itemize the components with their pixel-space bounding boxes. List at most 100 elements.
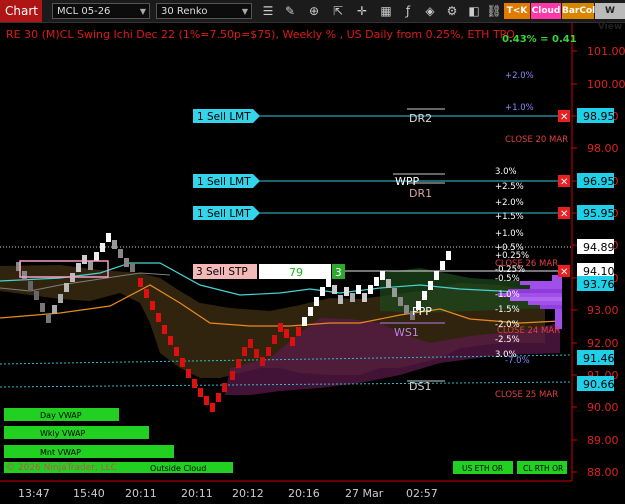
renko-brick: [210, 403, 215, 412]
pointer-icon[interactable]: ⇱: [330, 3, 346, 19]
svg-text:Outside Cloud: Outside Cloud: [150, 464, 206, 473]
chart-tab[interactable]: Chart: [0, 0, 42, 22]
properties-icon[interactable]: ⚙: [444, 3, 460, 19]
dr2-label: DR2: [409, 112, 432, 125]
zoom-icon[interactable]: ⊕: [306, 3, 322, 19]
renko-brick: [278, 323, 283, 332]
price-marker: 90.66: [577, 376, 615, 391]
indicators-icon[interactable]: ƒ: [400, 3, 416, 19]
wview-toggle[interactable]: W View: [595, 3, 625, 32]
svg-text:-2.0%: -2.0%: [495, 320, 520, 330]
svg-text:3.0%: 3.0%: [495, 167, 517, 177]
strategies-icon[interactable]: ◈: [422, 3, 438, 19]
cloud-toggle[interactable]: Cloud: [531, 3, 561, 19]
close-icon[interactable]: ✕: [560, 177, 568, 188]
renko-brick: [434, 271, 439, 280]
instrument-selector[interactable]: MCL 05-26 ▼: [52, 3, 150, 19]
svg-text:Day VWAP: Day VWAP: [40, 411, 82, 420]
renko-brick: [320, 287, 325, 296]
price-axis-label: 89.00: [587, 434, 619, 447]
legend-weekly-vwap[interactable]: Wkly VWAP: [4, 426, 149, 439]
bars-type-icon[interactable]: ☰: [260, 3, 276, 19]
price-axis[interactable]: 101.00100.0099.0098.0097.0096.0095.0094.…: [572, 45, 625, 479]
chart-toolbar: Chart MCL 05-26 ▼ 30 Renko ▼ ☰ ✎ ⊕ ⇱ ✛ ▦…: [0, 0, 625, 32]
price-marker-text: 96.95: [583, 175, 615, 188]
renko-brick: [118, 249, 123, 258]
crosshair-icon[interactable]: ✛: [354, 3, 370, 19]
legend-monthly-vwap[interactable]: Mnt VWAP: [4, 445, 174, 458]
sell-lmt-order-3[interactable]: 1 Sell LMT: [193, 206, 260, 220]
price-marker-text: 95.95: [583, 207, 615, 220]
renko-brick: [52, 305, 57, 314]
ws1-label: WS1: [394, 326, 419, 339]
sell-lmt-order-1[interactable]: 1 Sell LMT: [193, 109, 260, 123]
copyright-text: © 2026 NinjaTrader, LLC: [6, 463, 117, 473]
renko-brick: [290, 337, 295, 346]
tok-toggle[interactable]: T<K: [504, 3, 530, 19]
svg-text:-2.5%: -2.5%: [495, 335, 520, 345]
data-box-icon[interactable]: ▦: [378, 3, 394, 19]
renko-brick: [284, 329, 289, 338]
renko-brick: [76, 263, 81, 272]
renko-brick: [272, 335, 277, 344]
time-axis-label: 20:11: [125, 487, 157, 500]
svg-text:CL RTH OR: CL RTH OR: [523, 464, 563, 473]
renko-brick: [404, 305, 409, 314]
barcol-toggle[interactable]: BarCol: [562, 3, 595, 19]
price-chart[interactable]: 101.00100.0099.0098.0097.0096.0095.0094.…: [0, 23, 625, 504]
time-axis-label: 02:57: [406, 487, 438, 500]
chart-trader-icon[interactable]: ◧: [466, 3, 482, 19]
stop-qty: 3: [335, 267, 342, 279]
renko-brick: [124, 258, 129, 267]
sell-stop-order[interactable]: 3 Sell STP 79 3: [193, 264, 345, 279]
cl-rth-or-button[interactable]: CL RTH OR: [517, 461, 567, 474]
renko-brick: [58, 294, 63, 303]
svg-text:+1.5%: +1.5%: [495, 212, 524, 222]
renko-brick: [138, 278, 143, 287]
svg-text:+1.0%: +1.0%: [495, 229, 524, 239]
price-marker-text: 91.46: [583, 352, 615, 365]
price-marker: 93.76: [577, 276, 615, 291]
chevron-down-icon: ▼: [241, 7, 248, 16]
renko-brick: [192, 379, 197, 388]
svg-text:Wkly VWAP: Wkly VWAP: [40, 429, 85, 438]
renko-brick: [162, 325, 167, 334]
renko-brick: [130, 263, 135, 272]
draw-tools-icon[interactable]: ✎: [282, 3, 298, 19]
bar-type-selector[interactable]: 30 Renko ▼: [156, 3, 252, 19]
renko-brick: [380, 271, 385, 280]
price-axis-label: 100.00: [587, 78, 625, 91]
renko-brick: [242, 347, 247, 356]
price-axis-label: 101.00: [587, 45, 625, 58]
renko-brick: [106, 233, 111, 242]
renko-brick: [326, 278, 331, 287]
renko-brick: [46, 314, 51, 323]
renko-brick: [266, 347, 271, 356]
renko-brick: [168, 336, 173, 345]
renko-brick: [180, 358, 185, 367]
renko-brick: [302, 317, 307, 326]
time-axis[interactable]: 13:47 15:40 20:11 20:11 20:12 20:16 27 Mar 02:5…: [18, 487, 438, 500]
renko-brick: [356, 285, 361, 294]
renko-brick: [260, 357, 265, 366]
chart-header: RE 30 (M)CL Swing Ichi Dec 22 (1%=7.50p=…: [6, 28, 515, 41]
time-axis-label: 15:40: [73, 487, 105, 500]
renko-brick: [332, 285, 337, 294]
renko-brick: [374, 277, 379, 286]
stop-label: 3 Sell STP: [196, 266, 248, 278]
stop-value: 79: [289, 266, 303, 279]
ds1-label: DS1: [409, 380, 431, 393]
price-axis-label: 88.00: [587, 466, 619, 479]
link-icon[interactable]: ⛓: [486, 3, 502, 19]
legend-day-vwap[interactable]: Day VWAP: [4, 408, 119, 421]
close-icon[interactable]: ✕: [560, 209, 568, 220]
price-marker: 96.95: [577, 173, 615, 188]
renko-brick: [254, 349, 259, 358]
close-icon[interactable]: ✕: [560, 267, 568, 278]
bar-type-value: 30 Renko: [161, 6, 208, 17]
close-label: CLOSE 25 MAR: [495, 390, 558, 400]
us-eth-or-button[interactable]: US ETH OR: [453, 461, 513, 474]
close-icon[interactable]: ✕: [560, 112, 568, 123]
sell-lmt-order-2[interactable]: 1 Sell LMT: [193, 174, 260, 188]
renko-brick: [150, 301, 155, 310]
